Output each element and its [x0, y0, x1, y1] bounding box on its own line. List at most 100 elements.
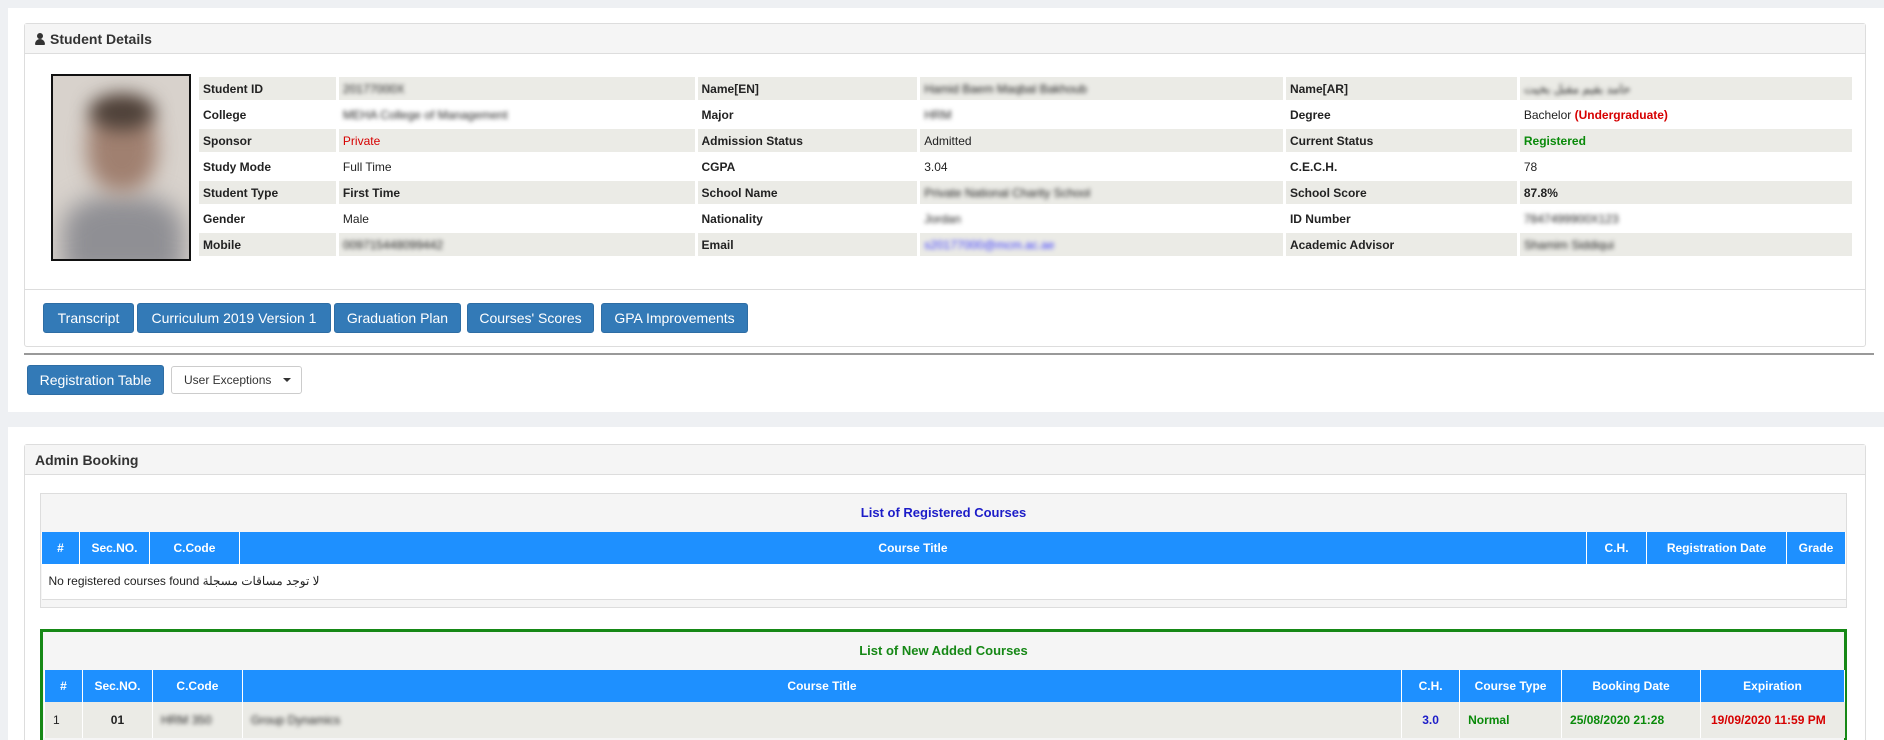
info-value-text: Jordan [924, 211, 961, 226]
registered-col-header: C.H. [1586, 532, 1648, 564]
info-label: CGPA [701, 159, 736, 174]
info-label: College [203, 107, 247, 122]
registration-table-button[interactable]: Registration Table [27, 365, 164, 395]
info-value-text: Male [342, 211, 369, 226]
added-courses-title: List of New Added Courses [859, 643, 1028, 658]
student-photo [51, 74, 191, 261]
registered-col-header: Grade [1785, 532, 1847, 564]
added-col-header: Course Title [241, 670, 1403, 702]
info-value: 7847499900X123 [1520, 207, 1852, 230]
info-row: Gender Male Nationality Jordan ID Number 7847… [199, 207, 1852, 230]
info-value-text: 009715448099442 [342, 237, 444, 252]
added-col-header: C.Code [151, 670, 243, 702]
info-value-text: Registered [1523, 133, 1586, 148]
table-cell-text: 19/09/2020 11:59 PM [1710, 713, 1826, 727]
info-value: Hamid Baem Maqbal Bakhoub [920, 77, 1283, 100]
info-label: Academic Advisor [1285, 233, 1517, 256]
info-row: Sponsor Private Admission Status Admitted Cu… [199, 129, 1852, 152]
curriculum-button[interactable]: Curriculum 2019 Version 1 [137, 303, 331, 333]
info-label: Degree [1289, 107, 1331, 122]
info-label: ID Number [1289, 211, 1351, 226]
added-col-header: Course Type [1459, 670, 1563, 702]
registered-empty-row: No registered courses found لا توجد مساق… [41, 564, 1846, 600]
courses-scores-button[interactable]: Courses' Scores [467, 303, 594, 333]
info-value: Shamim Siddiqui [1519, 233, 1852, 256]
table-cell: 3.0 [1401, 702, 1460, 738]
info-value-text: s20177000@mcm.ac.ae [924, 237, 1055, 252]
admin-booking-card: Admin Booking List of Registered Courses… [8, 427, 1884, 740]
user-exceptions-dropdown[interactable]: User Exceptions [171, 366, 302, 394]
table-cell-text: HRM 350 [160, 713, 212, 727]
added-col-header: # [44, 670, 83, 702]
graduation-plan-button[interactable]: Graduation Plan [334, 303, 461, 333]
info-value: Private [338, 129, 695, 152]
table-cell: Normal [1459, 702, 1562, 738]
info-value: 20177000X [338, 77, 695, 100]
info-value[interactable]: s20177000@mcm.ac.ae [920, 233, 1283, 256]
added-courses-table: # Sec.NO. C.Code Course Title C.H. Course Typ… [44, 670, 1846, 738]
registered-col-header: Sec.NO. [78, 532, 150, 564]
info-label: School Score [1285, 181, 1517, 204]
info-value-text: Full Time [342, 159, 392, 174]
info-value: Registered [1519, 129, 1852, 152]
added-col-header: Expiration [1699, 670, 1846, 702]
registered-col-header: Course Title [238, 532, 1588, 564]
admin-booking-title: Admin Booking [35, 451, 139, 468]
info-row: Student ID 20177000X Name[EN] Hamid Baem Ma… [199, 77, 1852, 100]
registered-courses-title: List of Registered Courses [860, 505, 1027, 520]
info-row: College MEHA College of Management Major HR… [199, 103, 1852, 126]
info-label: Student ID [199, 77, 336, 100]
added-col-header: Sec.NO. [81, 670, 153, 702]
info-value: 78 [1520, 155, 1852, 178]
info-value-text: HRM [924, 107, 952, 122]
table-cell: HRM 350 [151, 702, 243, 738]
info-row: Study Mode Full Time CGPA 3.04 C.E.C.H. 78 [199, 155, 1852, 178]
info-value-text: Private National Charity School [924, 185, 1091, 200]
degree-level: (Undergraduate) [1571, 107, 1668, 122]
added-col-header: C.H. [1401, 670, 1461, 702]
info-value: Bachelor (Undergraduate) [1520, 103, 1852, 126]
transcript-button[interactable]: Transcript [43, 303, 134, 333]
registered-empty-message: No registered courses found لا توجد مساق… [41, 564, 1846, 600]
info-label: Name[EN] [697, 77, 918, 100]
table-cell-text: 01 [110, 713, 125, 727]
info-row: Mobile 009715448099442 Email s20177000@mcm.… [199, 233, 1852, 256]
added-header-row: # Sec.NO. C.Code Course Title C.H. Course Typ… [44, 670, 1846, 702]
info-value-text: Hamid Baem Maqbal Bakhoub [924, 81, 1087, 96]
info-value: حامد بقيم مقبل بخيت [1519, 77, 1852, 100]
info-value-text: 7847499900X123 [1523, 211, 1619, 226]
info-value-text: Shamim Siddiqui [1523, 237, 1614, 252]
info-label: Student Type [199, 181, 336, 204]
table-cell: 01 [81, 702, 153, 738]
info-value: Full Time [339, 155, 695, 178]
info-label: C.E.C.H. [1289, 159, 1338, 174]
registered-courses-table: # Sec.NO. C.Code Course Title C.H. Registrati… [41, 532, 1847, 600]
added-col-header: Booking Date [1561, 670, 1701, 702]
gpa-improvements-button[interactable]: GPA Improvements [601, 303, 748, 333]
registered-header-row: # Sec.NO. C.Code Course Title C.H. Registrati… [41, 532, 1847, 564]
info-label: Email [697, 233, 918, 256]
info-value-text: Admitted [924, 133, 972, 148]
info-value-text: 3.04 [924, 159, 948, 174]
info-label: School Name [697, 181, 918, 204]
info-value: 009715448099442 [338, 233, 695, 256]
registered-col-header: # [41, 532, 80, 564]
table-cell: 1 [44, 702, 83, 738]
info-value: Private National Charity School [920, 181, 1283, 204]
panel-divider [25, 289, 1865, 290]
student-info-table: Student ID 20177000X Name[EN] Hamid Baem Ma… [196, 74, 1855, 259]
info-label: Admission Status [697, 129, 918, 152]
info-value: MEHA College of Management [339, 103, 695, 126]
registered-col-header: Registration Date [1646, 532, 1787, 564]
info-value-text: 20177000X [342, 81, 405, 96]
table-cell-text: Normal [1468, 713, 1510, 727]
info-value: Male [339, 207, 695, 230]
info-value-text: MEHA College of Management [342, 107, 508, 122]
table-cell: Group Dynamics [241, 702, 1402, 738]
admin-booking-header: Admin Booking [25, 445, 1865, 475]
user-exceptions-label: User Exceptions [184, 373, 272, 387]
table-cell-text: 25/08/2020 21:28 [1570, 713, 1665, 727]
info-value: 87.8% [1519, 181, 1852, 204]
info-value-text: Bachelor [1523, 107, 1572, 122]
table-cell: 19/09/2020 11:59 PM [1699, 702, 1845, 738]
